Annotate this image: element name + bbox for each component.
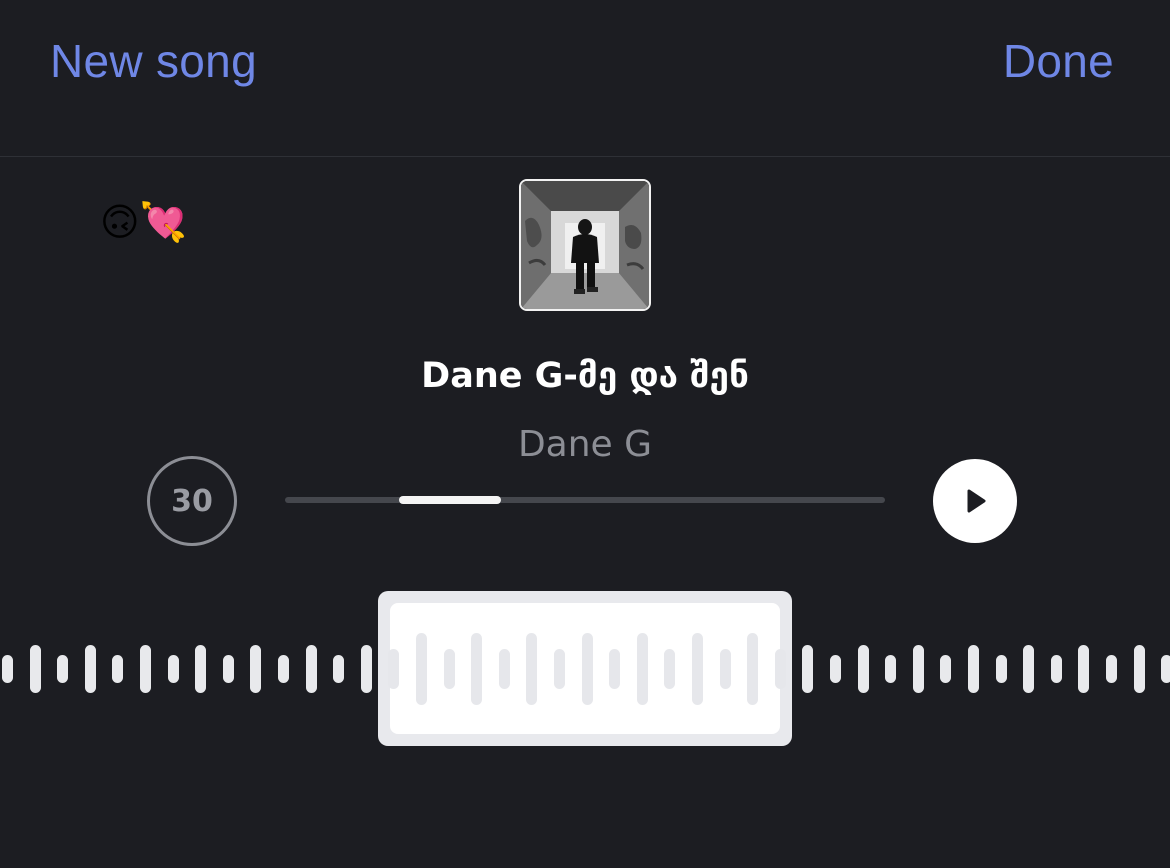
waveform-bar	[416, 633, 427, 705]
done-button[interactable]: Done	[1003, 34, 1114, 88]
album-cover-image	[519, 179, 651, 311]
waveform-bar	[968, 645, 979, 693]
waveform-bar	[1161, 655, 1170, 683]
waveform-bar	[1050, 655, 1062, 683]
waveform-bar	[250, 645, 262, 693]
waveform-bar	[747, 633, 759, 705]
new-song-button[interactable]: New song	[50, 34, 257, 88]
waveform-bar	[664, 649, 676, 689]
waveform-bar	[305, 645, 317, 693]
waveform-bar	[940, 655, 952, 683]
waveform-bar	[167, 655, 179, 683]
song-progress-track[interactable]	[285, 496, 885, 504]
waveform-bar	[195, 645, 207, 693]
waveform-bar	[360, 645, 372, 693]
waveform-bar	[636, 633, 648, 705]
caption-emoji-text[interactable]: 🙃💘	[100, 198, 187, 246]
waveform-bar	[912, 645, 924, 693]
waveform-bar	[84, 645, 96, 693]
waveform-bar	[526, 633, 538, 705]
waveform-bar	[885, 655, 897, 683]
waveform-bar	[140, 645, 151, 693]
waveform-bar	[830, 655, 841, 683]
clip-duration-label: 30	[171, 483, 213, 519]
waveform-bar	[692, 633, 703, 705]
waveform-bar	[1078, 645, 1090, 693]
waveform-bar	[554, 649, 565, 689]
waveform-bar	[1133, 645, 1145, 693]
song-title: Dane G-მე და შენ	[421, 356, 749, 396]
waveform-bar	[609, 649, 621, 689]
waveform-bar	[1023, 645, 1035, 693]
waveform-bar	[471, 633, 483, 705]
waveform-bar	[581, 633, 593, 705]
waveform-bar	[112, 655, 124, 683]
waveform-bar	[995, 655, 1007, 683]
waveform-bar	[2, 655, 13, 683]
waveform-bar	[498, 649, 510, 689]
waveform-bar	[774, 649, 786, 689]
clip-duration-button[interactable]: 30	[147, 456, 237, 546]
waveform-bar	[443, 649, 455, 689]
top-bar: New song Done	[0, 0, 1170, 157]
waveform-bar	[333, 655, 345, 683]
waveform-bar	[222, 655, 234, 683]
waveform-bar	[719, 649, 731, 689]
waveform[interactable]	[0, 590, 1170, 750]
song-editor-screen: New song Done 🙃💘 Dane G-მე და შენ Dane G…	[0, 0, 1170, 868]
selected-segment-indicator	[399, 496, 501, 504]
play-button[interactable]	[933, 459, 1017, 543]
waveform-bar	[1106, 655, 1117, 683]
waveform-bar	[857, 645, 869, 693]
play-icon	[967, 489, 986, 513]
waveform-bar	[388, 649, 400, 689]
waveform-bar	[278, 655, 289, 683]
album-cover-artwork	[521, 181, 649, 309]
waveform-bar	[802, 645, 814, 693]
waveform-bar	[57, 655, 69, 683]
waveform-bar	[29, 645, 41, 693]
